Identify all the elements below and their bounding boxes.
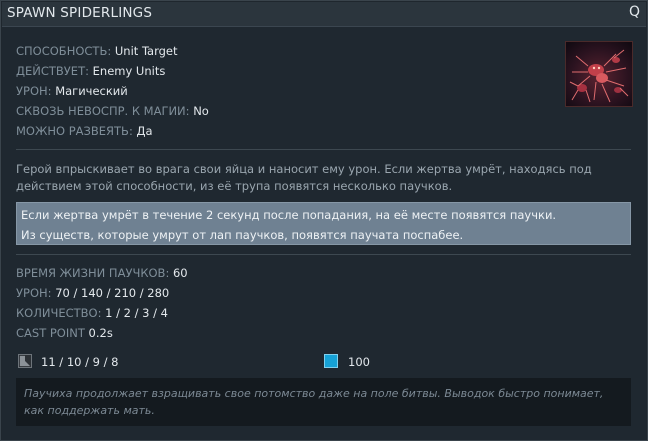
tooltip-header: SPAWN SPIDERLINGS Q	[2, 2, 646, 27]
attribute-value: Enemy Units	[92, 64, 166, 78]
ability-hotkey: Q	[628, 4, 640, 20]
divider	[16, 149, 631, 150]
ability-notes: Если жертва умрёт в течение 2 секунд пос…	[16, 202, 631, 245]
mana-icon	[324, 354, 338, 368]
stat-row: УРОН: 70 / 140 / 210 / 280	[16, 286, 169, 300]
stat-value: 1 / 2 / 3 / 4	[105, 306, 168, 320]
attribute-key: СПОСОБНОСТЬ:	[16, 44, 112, 58]
divider	[16, 254, 631, 255]
stat-value: 60	[172, 266, 188, 280]
ability-title: SPAWN SPIDERLINGS	[7, 5, 153, 21]
cooldown-icon	[18, 354, 32, 368]
stat-value: 70 / 140 / 210 / 280	[55, 286, 170, 300]
ability-portrait-icon	[565, 41, 633, 107]
stat-key: УРОН:	[16, 286, 52, 300]
attribute-key: СКВОЗЬ НЕВОСПР. К МАГИИ:	[16, 104, 190, 118]
ability-lore: Паучиха продолжает взращивать свое потом…	[16, 378, 631, 426]
stat-key: КОЛИЧЕСТВО:	[16, 306, 102, 320]
stat-key: ВРЕМЯ ЖИЗНИ ПАУЧКОВ:	[16, 266, 170, 280]
mana-cost-value: 100	[348, 355, 370, 369]
stat-row: ВРЕМЯ ЖИЗНИ ПАУЧКОВ: 60	[16, 266, 188, 280]
attribute-value: No	[193, 104, 209, 118]
note-line: Из существ, которые умрут от лап паучков…	[21, 228, 464, 242]
stat-row: КОЛИЧЕСТВО: 1 / 2 / 3 / 4	[16, 306, 168, 320]
attribute-row: УРОН: Магический	[16, 84, 128, 98]
attribute-value: Магический	[55, 84, 128, 98]
attribute-row: ДЕЙСТВУЕТ: Enemy Units	[16, 64, 165, 78]
cooldown-value: 11 / 10 / 9 / 8	[41, 355, 119, 369]
attribute-row: СКВОЗЬ НЕВОСПР. К МАГИИ: No	[16, 104, 209, 118]
attribute-key: ДЕЙСТВУЕТ:	[16, 64, 89, 78]
attribute-row: СПОСОБНОСТЬ: Unit Target	[16, 44, 178, 58]
attribute-row: МОЖНО РАЗВЕЯТЬ: Да	[16, 124, 153, 138]
stat-row: CAST POINT 0.2s	[16, 326, 113, 340]
stat-value: 0.2s	[88, 326, 113, 340]
stat-key: CAST POINT	[16, 326, 85, 340]
attribute-key: МОЖНО РАЗВЕЯТЬ:	[16, 124, 133, 138]
ability-tooltip: SPAWN SPIDERLINGS Q СПОСОБНОСТЬ: Unit Ta…	[0, 0, 648, 441]
ability-description: Герой впрыскивает во врага свои яйца и н…	[16, 162, 592, 193]
note-line: Если жертва умрёт в течение 2 секунд пос…	[21, 208, 557, 222]
attribute-value: Unit Target	[114, 44, 178, 58]
attribute-key: УРОН:	[16, 84, 52, 98]
attribute-value: Да	[136, 124, 153, 138]
